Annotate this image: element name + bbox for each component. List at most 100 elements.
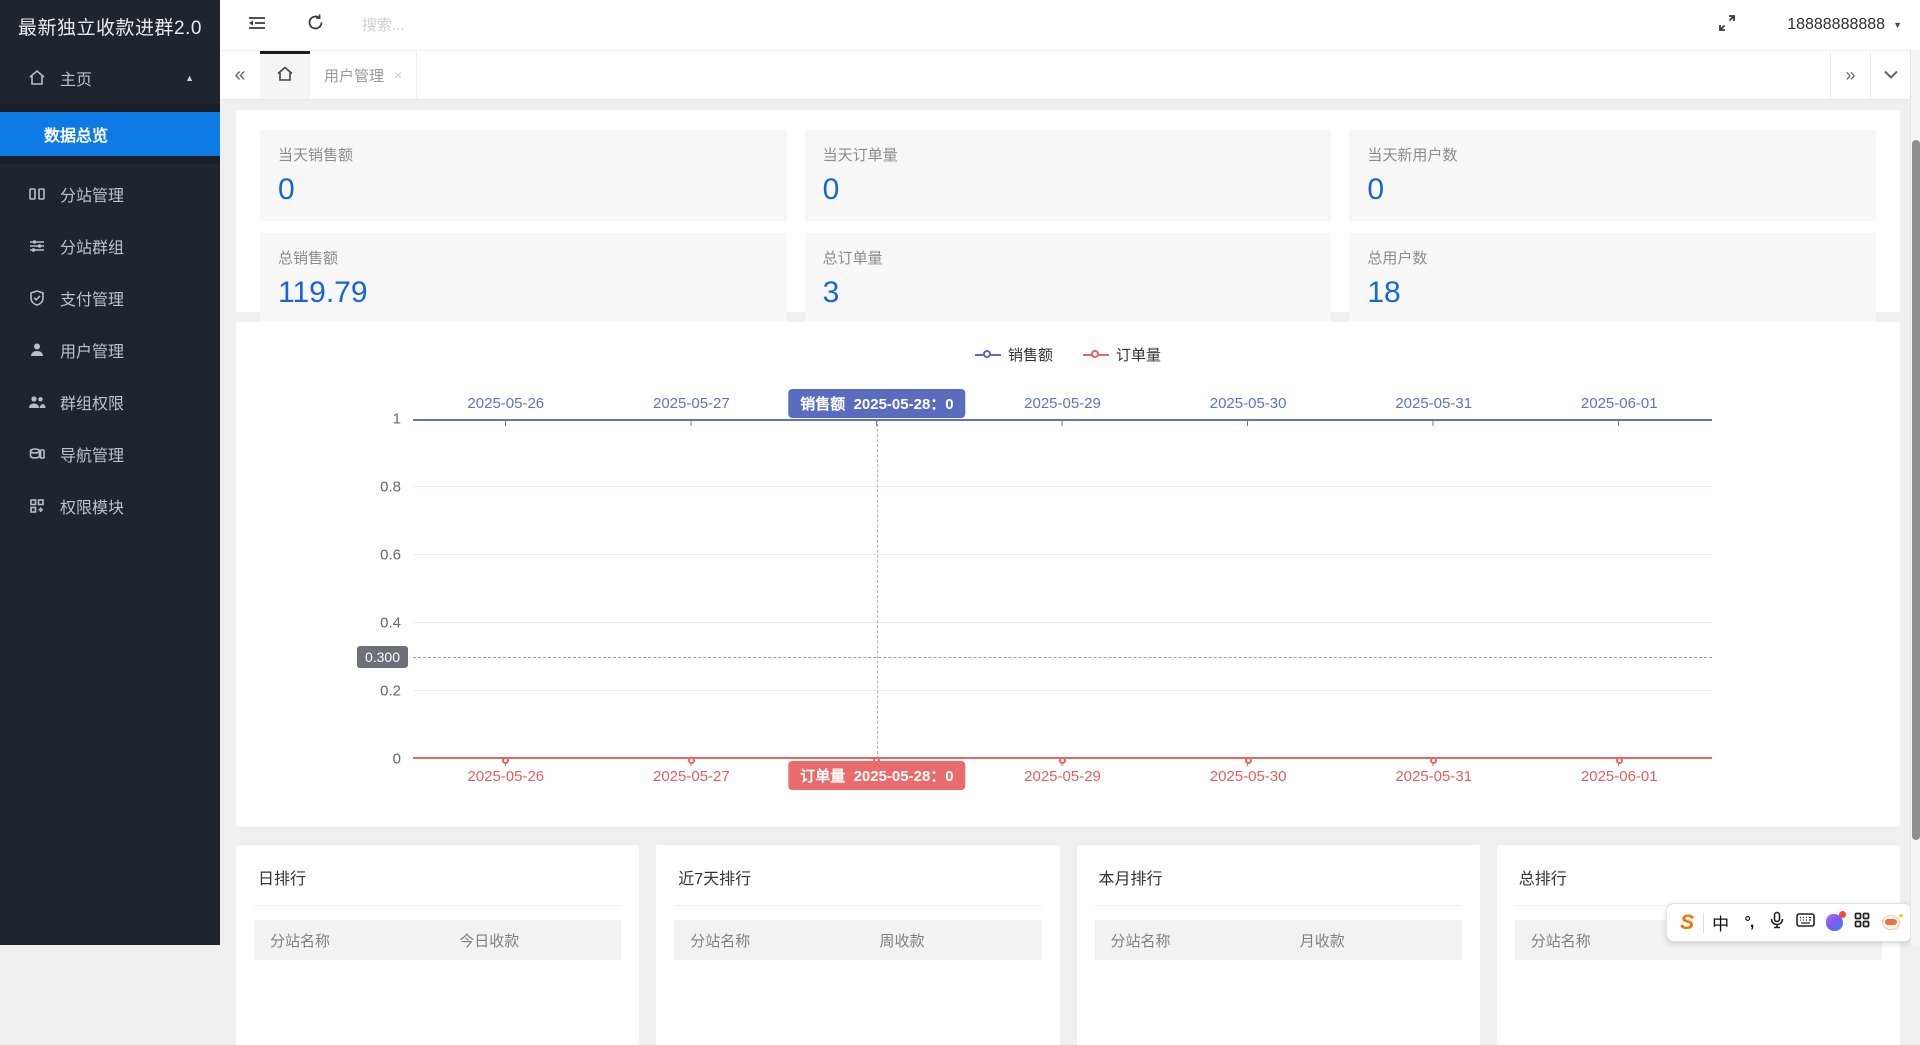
ranking-total: 总排行 分站名称 [1497, 845, 1900, 1045]
ime-language-button[interactable]: 中 [1708, 904, 1732, 941]
gridline [413, 554, 1712, 555]
column-header: 分站名称 [254, 930, 419, 951]
sogou-logo-icon: S [1680, 911, 1694, 935]
legend-label: 订单量 [1116, 344, 1161, 365]
tooltip-series-name: 销售额 [800, 396, 845, 413]
table-header: 分站名称 月收款 [1095, 920, 1462, 960]
ranking-title: 总排行 [1515, 845, 1882, 906]
stat-value: 0 [278, 173, 769, 207]
sidebar: 最新独立收款进群2.0 主页 ▲ 数据总览 分站管理 分站群组 [0, 0, 220, 945]
refresh-icon [306, 13, 325, 37]
ranking-title: 日排行 [254, 845, 621, 906]
sidebar-item-data-overview[interactable]: 数据总览 [0, 112, 220, 156]
users-icon [26, 391, 48, 413]
scrollbar-thumb[interactable] [1912, 140, 1920, 840]
columns-icon [26, 183, 48, 205]
tooltip-series-name: 订单量 [800, 768, 845, 785]
ime-toolbox-button[interactable] [1850, 904, 1874, 941]
sidebar-item-user-manage[interactable]: 用户管理 [0, 324, 220, 376]
tab-home[interactable] [260, 51, 310, 99]
ime-keyboard-button[interactable] [1794, 904, 1818, 941]
user-menu[interactable]: 18888888888 ▼ [1787, 0, 1902, 50]
ai-assistant-icon [1826, 914, 1843, 931]
tooltip-sales: 销售额 2025-05-28：0 [788, 389, 965, 418]
chevron-down-icon [1884, 66, 1898, 84]
collapse-sidebar-button[interactable] [234, 0, 280, 50]
line-marker-icon [1083, 350, 1109, 360]
fullscreen-button[interactable] [1704, 0, 1750, 50]
stat-value: 0 [823, 173, 1314, 207]
y-tick-label: 0.8 [380, 479, 401, 496]
ranking-panels: 日排行 分站名称 今日收款 近7天排行 分站名称 周收款 本月排行 分站名称 月… [236, 845, 1900, 1045]
sidebar-item-label: 主页 [60, 66, 92, 90]
x-tick-label: 2025-05-29 [970, 768, 1156, 785]
sidebar-item-label: 导航管理 [60, 442, 124, 466]
ime-ai-button[interactable] [1822, 904, 1846, 941]
sidebar-item-label: 数据总览 [44, 122, 108, 146]
chart-panel: 销售额 订单量 1 0.8 0.6 [236, 322, 1900, 827]
tabs-scroll-left-button[interactable]: « [220, 51, 260, 99]
page-scrollbar[interactable] [1910, 50, 1920, 945]
legend-label: 销售额 [1008, 344, 1053, 365]
data-point [1245, 757, 1252, 764]
stat-card-today-new-users: 当天新用户数 0 [1349, 130, 1876, 221]
sidebar-item-substation-groups[interactable]: 分站群组 [0, 220, 220, 272]
ime-logo-button[interactable]: S [1675, 904, 1699, 941]
ranking-7days: 近7天排行 分站名称 周收款 [656, 845, 1059, 1045]
sidebar-item-label: 分站群组 [60, 234, 124, 258]
chart-plot-area[interactable]: 1 0.8 0.6 0.4 0.2 0 0.300 2025-05-26 202… [413, 419, 1712, 759]
tab-user-manage[interactable]: 用户管理 × [310, 51, 417, 99]
divider [1703, 913, 1704, 933]
home-icon [276, 65, 294, 88]
sidebar-item-substation-manage[interactable]: 分站管理 [0, 168, 220, 220]
column-header: 周收款 [840, 930, 1042, 951]
modules-grid-icon [26, 495, 48, 517]
ime-voice-button[interactable] [1765, 904, 1789, 941]
sidebar-item-home[interactable]: 主页 ▲ [0, 52, 220, 104]
user-icon [26, 339, 48, 361]
marker-line-badge: 0.300 [357, 646, 408, 668]
keyboard-icon [1796, 913, 1815, 932]
ime-punctuation-button[interactable]: °, [1737, 904, 1761, 941]
column-header: 分站名称 [1515, 930, 1680, 951]
x-tick-label: 2025-05-29 [970, 395, 1156, 412]
sidebar-item-group-permissions[interactable]: 群组权限 [0, 376, 220, 428]
x-tick-label: 2025-05-31 [1341, 768, 1527, 785]
close-icon[interactable]: × [394, 67, 402, 83]
data-point [688, 757, 695, 764]
main-content: 当天销售额 0 当天订单量 0 当天新用户数 0 总销售额 119.79 总订单… [220, 100, 1920, 945]
x-tick-label: 2025-06-01 [1526, 395, 1712, 412]
x-tick-label: 2025-06-01 [1526, 768, 1712, 785]
fullscreen-icon [1718, 14, 1736, 37]
tabbar: « 用户管理 × » [220, 50, 1920, 100]
punctuation-icon: °, [1745, 914, 1754, 932]
caret-up-icon: ▲ [185, 73, 194, 83]
orders-series-points [413, 757, 1712, 764]
topbar: 18888888888 ▼ [220, 0, 1920, 50]
sidebar-item-nav-manage[interactable]: 导航管理 [0, 428, 220, 480]
sidebar-item-payment-manage[interactable]: 支付管理 [0, 272, 220, 324]
refresh-button[interactable] [292, 0, 338, 50]
username: 18888888888 [1787, 16, 1885, 34]
gridline [413, 486, 1712, 487]
line-marker-icon [975, 350, 1001, 360]
tab-label: 用户管理 [324, 65, 384, 86]
ime-emoji-button[interactable]: ✦ [1879, 904, 1903, 941]
legend-item-orders[interactable]: 订单量 [1083, 344, 1161, 365]
sidebar-item-label: 群组权限 [60, 390, 124, 414]
sidebar-item-permission-modules[interactable]: 权限模块 [0, 480, 220, 532]
x-tick-label: 2025-05-30 [1155, 768, 1341, 785]
y-tick-label: 0.6 [380, 547, 401, 564]
tabs-dropdown-button[interactable] [1870, 51, 1910, 99]
y-tick-label: 0.2 [380, 683, 401, 700]
tabs-more-button[interactable]: » [1830, 51, 1870, 99]
sliders-icon [26, 235, 48, 257]
search-input[interactable] [362, 10, 662, 40]
sidebar-item-label: 分站管理 [60, 182, 124, 206]
data-point [502, 757, 509, 764]
legend-item-sales[interactable]: 销售额 [975, 344, 1053, 365]
stat-value: 0 [1367, 173, 1858, 207]
marker-line [413, 657, 1712, 658]
table-header: 分站名称 周收款 [674, 920, 1041, 960]
stat-cards: 当天销售额 0 当天订单量 0 当天新用户数 0 总销售额 119.79 总订单… [260, 130, 1876, 292]
